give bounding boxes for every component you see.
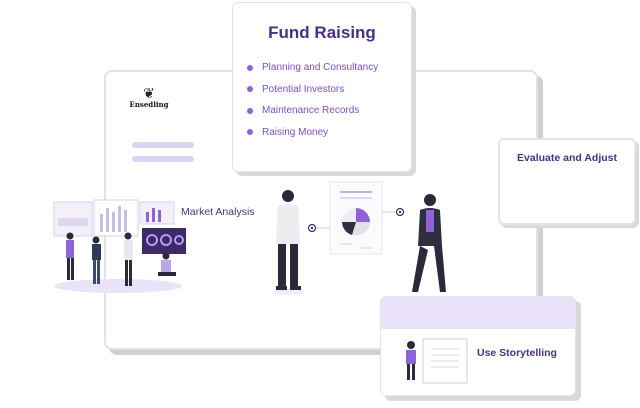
bullet-icon bbox=[247, 107, 253, 114]
list-item-label: Planning and Consultancy bbox=[262, 62, 379, 74]
storytelling-card: Use Storytelling bbox=[380, 296, 576, 396]
bullet-icon bbox=[247, 129, 253, 136]
fund-raising-title: Fund Raising bbox=[268, 23, 376, 42]
market-analysis-illustration bbox=[53, 199, 186, 293]
list-item-label: Maintenance Records bbox=[262, 105, 360, 117]
bullet-icon bbox=[247, 86, 253, 93]
list-item: Raising Money bbox=[247, 122, 378, 144]
evaluate-title: Evaluate and Adjust bbox=[517, 152, 617, 164]
list-item: Maintenance Records bbox=[247, 100, 378, 122]
evaluate-card: Evaluate and Adjust bbox=[498, 138, 636, 225]
bullet-icon bbox=[247, 64, 253, 71]
pie-chart-panel bbox=[329, 181, 383, 255]
market-analysis-label: Market Analysis bbox=[181, 206, 255, 218]
list-item: Planning and Consultancy bbox=[247, 57, 378, 79]
woman-figure bbox=[412, 194, 446, 292]
list-item: Potential Investors bbox=[247, 79, 378, 101]
man-figure bbox=[273, 190, 305, 295]
list-item-label: Potential Investors bbox=[262, 83, 345, 95]
fund-raising-card: Fund Raising Planning and Consultancy Po… bbox=[232, 2, 412, 172]
list-item-label: Raising Money bbox=[262, 126, 329, 138]
fund-raising-list: Planning and Consultancy Potential Inves… bbox=[247, 57, 378, 143]
storytelling-title: Use Storytelling bbox=[477, 347, 557, 359]
